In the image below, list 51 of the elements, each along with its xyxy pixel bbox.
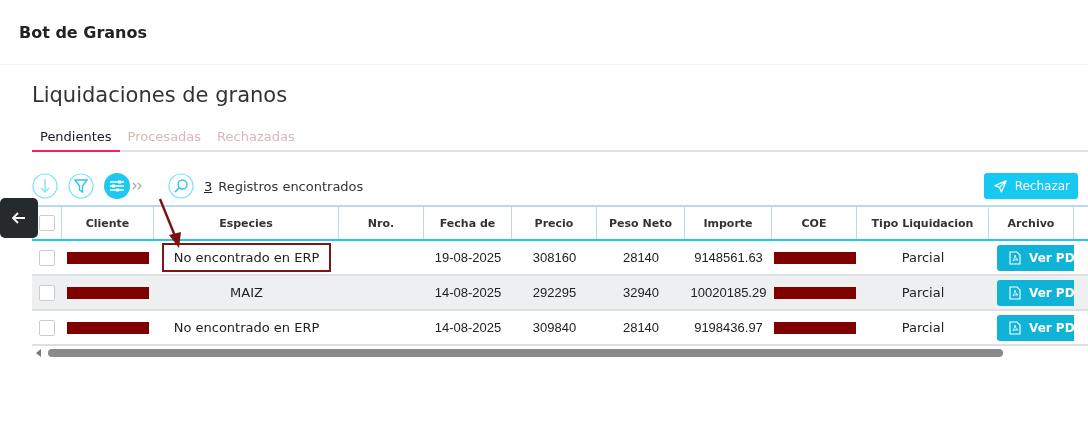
- column-header[interactable]: COE: [801, 216, 827, 230]
- annotation-arrow: [158, 198, 181, 248]
- table-cell: 28140: [622, 250, 660, 265]
- column-header[interactable]: Precio: [534, 216, 574, 230]
- pdf-file-icon: [1009, 320, 1021, 335]
- column-header[interactable]: Importe: [703, 216, 753, 230]
- filter-icon[interactable]: [68, 173, 94, 199]
- pdf-file-icon: [1009, 285, 1021, 300]
- select-all-checkbox[interactable]: [39, 215, 55, 231]
- table-cell-text: No encontrado en ERP: [172, 319, 321, 337]
- table-cell-text: MAIZ: [229, 284, 264, 302]
- app-title: Bot de Granos: [19, 22, 147, 42]
- table-cell: 10020185.29: [690, 285, 767, 300]
- download-icon[interactable]: [32, 173, 58, 199]
- row-checkbox[interactable]: [39, 249, 55, 266]
- page-heading: Liquidaciones de granos: [32, 83, 289, 107]
- table-cell: 28140: [622, 320, 660, 335]
- row-checkbox[interactable]: [39, 284, 55, 301]
- record-count: 3: [204, 178, 213, 194]
- column-header[interactable]: Cliente: [85, 216, 130, 230]
- scroll-left-icon[interactable]: [36, 349, 42, 357]
- table-cell: 32940: [622, 285, 660, 300]
- pdf-file-icon: [1009, 250, 1021, 265]
- column-header[interactable]: Tipo Liquidacion: [871, 216, 974, 230]
- table-cell: 292295: [532, 285, 577, 300]
- scrollbar-thumb[interactable]: [48, 349, 1003, 357]
- table-cell: 9148561.63: [694, 250, 763, 265]
- table-cell: Parcial: [901, 285, 945, 300]
- search-icon[interactable]: [168, 173, 194, 199]
- chevrons-icon[interactable]: [132, 182, 144, 190]
- column-header[interactable]: Peso Neto: [609, 216, 672, 230]
- send-icon: [993, 179, 1007, 193]
- column-header[interactable]: Archivo: [1007, 216, 1055, 230]
- tab[interactable]: Pendientes: [32, 125, 120, 152]
- table-cell: Parcial: [901, 250, 945, 265]
- sliders-icon[interactable]: [104, 173, 130, 199]
- records-found-label: Registros encontrados: [218, 178, 364, 194]
- table-cell: Parcial: [901, 320, 945, 335]
- row-checkbox[interactable]: [39, 319, 55, 336]
- column-header[interactable]: Especies: [219, 216, 273, 230]
- arrow-left-icon: [12, 212, 26, 224]
- table-cell: 308160: [532, 250, 577, 265]
- table-cell: 14-08-2025: [434, 320, 502, 335]
- column-header[interactable]: Fecha de: [439, 216, 496, 230]
- back-button[interactable]: [0, 198, 38, 238]
- table-cell: 14-08-2025: [434, 285, 502, 300]
- table-cell: 9198436.97: [694, 320, 763, 335]
- table-cell: 309840: [532, 320, 577, 335]
- column-header[interactable]: Nro.: [367, 216, 395, 230]
- table-cell: No encontrado en ERP: [161, 243, 332, 272]
- table-cell: 19-08-2025: [434, 250, 502, 265]
